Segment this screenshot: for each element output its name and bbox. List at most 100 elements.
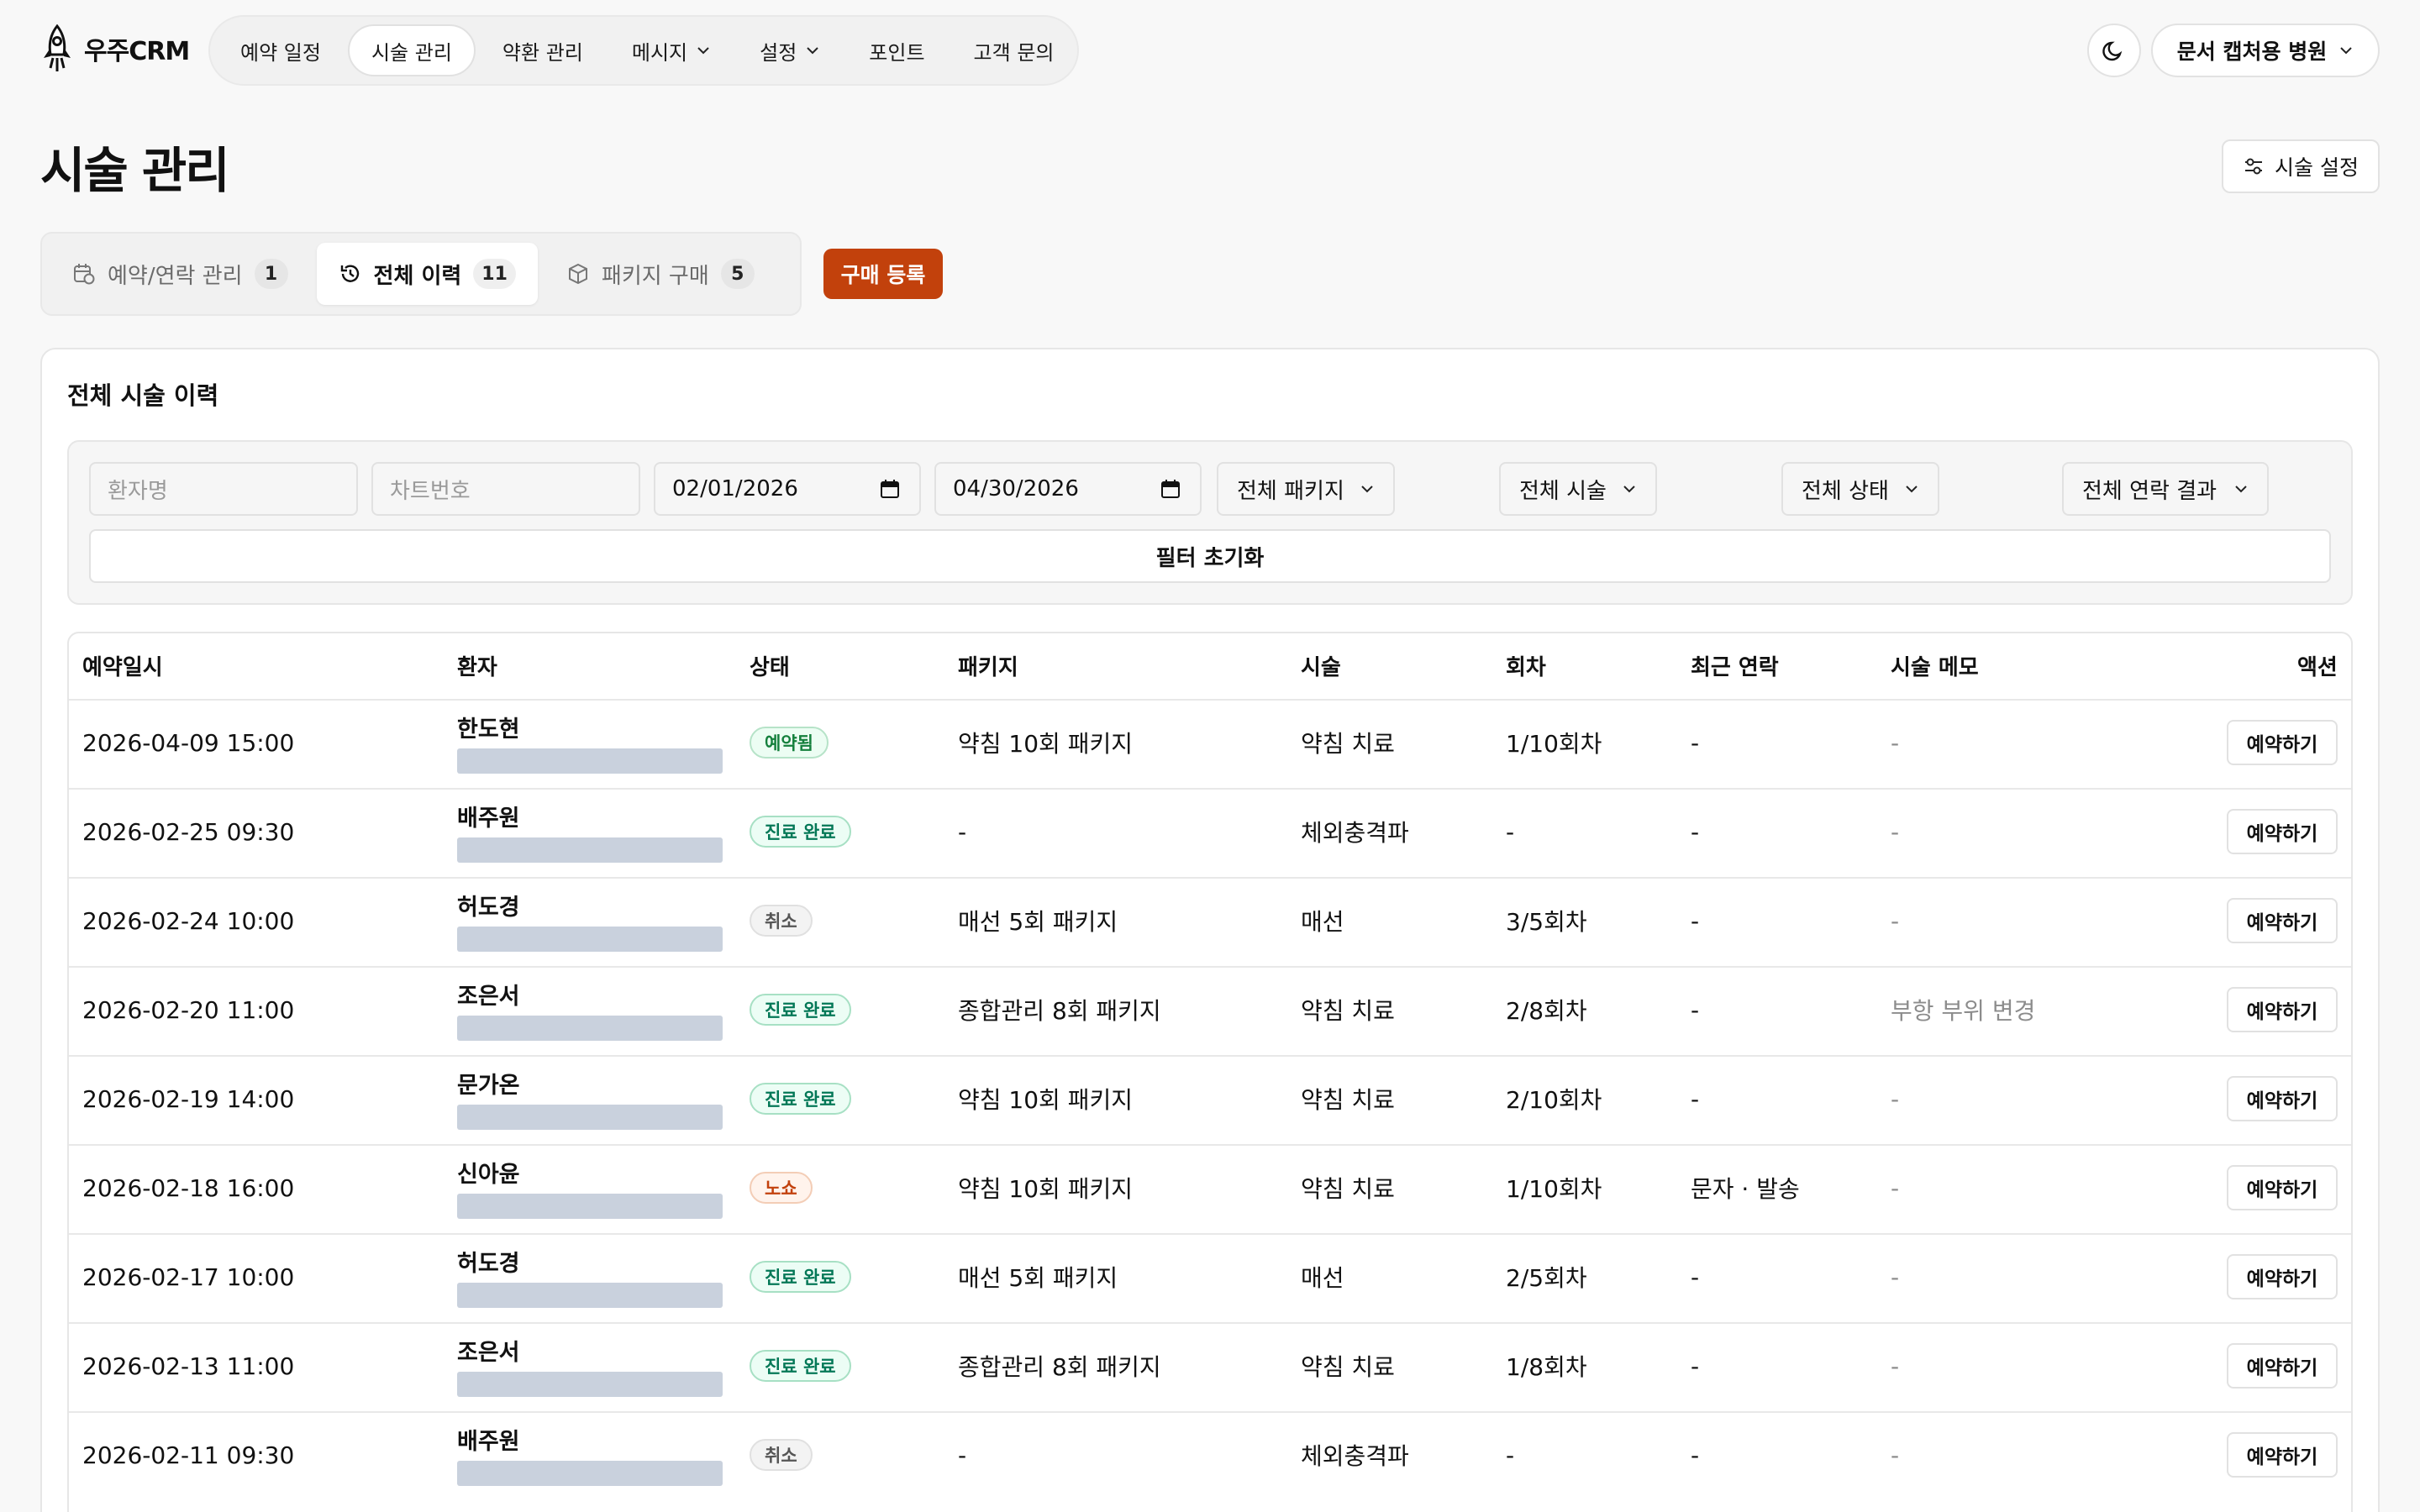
row-status: 진료 완료 bbox=[750, 966, 851, 1053]
nav-points[interactable]: 포인트 bbox=[847, 24, 946, 76]
patient-name-input[interactable]: 환자명 bbox=[89, 462, 358, 516]
col-header-contact[interactable]: 최근 연락 bbox=[1691, 632, 1779, 699]
row-patient[interactable]: 조은서 bbox=[457, 1334, 723, 1397]
package-filter-select[interactable]: 전체 패키지 bbox=[1217, 462, 1395, 516]
nav-messages[interactable]: 메시지 bbox=[610, 24, 733, 76]
tab-reservation-contact[interactable]: 예약/연락 관리 1 bbox=[50, 243, 310, 305]
clinic-selector[interactable]: 문서 캡처용 병원 bbox=[2151, 24, 2380, 77]
row-patient[interactable]: 문가온 bbox=[457, 1067, 723, 1130]
row-patient[interactable]: 배주원 bbox=[457, 1423, 723, 1486]
app-logo[interactable]: 우주CRM bbox=[39, 24, 190, 74]
row-divider bbox=[69, 788, 2351, 790]
row-status: 예약됨 bbox=[750, 699, 829, 786]
row-patient[interactable]: 신아윤 bbox=[457, 1156, 723, 1219]
row-action: 예약하기 bbox=[2227, 1055, 2338, 1142]
book-button[interactable]: 예약하기 bbox=[2227, 1432, 2338, 1478]
book-button[interactable]: 예약하기 bbox=[2227, 720, 2338, 765]
book-button[interactable]: 예약하기 bbox=[2227, 1076, 2338, 1121]
select-value: 전체 패키지 bbox=[1237, 478, 1344, 504]
chevron-down-icon bbox=[2235, 486, 2247, 493]
row-package: - bbox=[958, 1441, 967, 1469]
row-divider bbox=[69, 877, 2351, 879]
book-button[interactable]: 예약하기 bbox=[2227, 1165, 2338, 1210]
theme-toggle-button[interactable] bbox=[2087, 24, 2141, 77]
date-from-input[interactable]: 02/01/2026 bbox=[654, 462, 921, 516]
row-package: 약침 10회 패키지 bbox=[958, 1175, 1133, 1203]
tab-label: 예약/연락 관리 bbox=[108, 263, 243, 289]
book-button[interactable]: 예약하기 bbox=[2227, 898, 2338, 943]
package-icon bbox=[568, 263, 587, 285]
row-memo: 부항 부위 변경 bbox=[1891, 997, 2036, 1025]
book-button[interactable]: 예약하기 bbox=[2227, 1254, 2338, 1299]
history-icon bbox=[340, 265, 359, 282]
calendar-clock-icon bbox=[74, 264, 95, 285]
patient-name: 문가온 bbox=[457, 1073, 520, 1099]
row-patient[interactable]: 허도경 bbox=[457, 1245, 723, 1308]
contact-result-filter-select[interactable]: 전체 연락 결과 bbox=[2062, 462, 2269, 516]
tab-package-purchase[interactable]: 패키지 구매 5 bbox=[544, 243, 776, 305]
status-badge: 노쇼 bbox=[750, 1172, 813, 1204]
col-header-memo[interactable]: 시술 메모 bbox=[1891, 632, 1979, 699]
row-status: 취소 bbox=[750, 877, 813, 964]
row-datetime: 2026-02-24 10:00 bbox=[82, 906, 295, 935]
col-header-treatment[interactable]: 시술 bbox=[1301, 632, 1341, 699]
status-badge: 진료 완료 bbox=[750, 1083, 851, 1115]
col-header-status[interactable]: 상태 bbox=[750, 632, 790, 699]
chart-number-input[interactable]: 차트번호 bbox=[371, 462, 640, 516]
patient-name: 허도경 bbox=[457, 895, 520, 921]
status-badge: 취소 bbox=[750, 1439, 813, 1471]
row-patient[interactable]: 허도경 bbox=[457, 889, 723, 952]
redacted-patient-info bbox=[457, 1016, 723, 1041]
view-tabs: 예약/연락 관리 1 전체 이력 11 패키지 구매 5 bbox=[40, 232, 802, 316]
row-datetime: 2026-02-11 09:30 bbox=[82, 1441, 295, 1469]
reset-filters-button[interactable]: 필터 초기화 bbox=[89, 529, 2331, 583]
select-value: 전체 연락 결과 bbox=[2082, 478, 2217, 504]
chevron-down-icon bbox=[1906, 486, 1918, 493]
status-filter-select[interactable]: 전체 상태 bbox=[1781, 462, 1939, 516]
row-patient[interactable]: 한도현 bbox=[457, 711, 723, 774]
row-divider bbox=[69, 699, 2351, 701]
col-header-session[interactable]: 회차 bbox=[1506, 632, 1546, 699]
row-treatment: 약침 치료 bbox=[1301, 730, 1395, 758]
row-datetime: 2026-02-25 09:30 bbox=[82, 817, 295, 846]
col-header-datetime[interactable]: 예약일시 bbox=[82, 632, 163, 699]
rocket-icon bbox=[44, 24, 71, 71]
row-contact: - bbox=[1691, 1084, 1700, 1113]
nav-label: 설정 bbox=[760, 40, 797, 65]
row-patient[interactable]: 배주원 bbox=[457, 800, 723, 863]
col-header-package[interactable]: 패키지 bbox=[958, 632, 1018, 699]
book-button[interactable]: 예약하기 bbox=[2227, 809, 2338, 854]
nav-treatment-management[interactable]: 시술 관리 bbox=[347, 24, 476, 76]
row-action: 예약하기 bbox=[2227, 1144, 2338, 1231]
row-session: 1/8회차 bbox=[1506, 1353, 1587, 1381]
row-datetime: 2026-02-19 14:00 bbox=[82, 1084, 295, 1113]
tab-label: 전체 이력 bbox=[373, 263, 462, 289]
date-to-input[interactable]: 04/30/2026 bbox=[934, 462, 1202, 516]
treatment-filter-select[interactable]: 전체 시술 bbox=[1499, 462, 1657, 516]
row-patient[interactable]: 조은서 bbox=[457, 978, 723, 1041]
row-treatment: 약침 치료 bbox=[1301, 997, 1395, 1025]
row-memo: - bbox=[1891, 1084, 1900, 1113]
patient-name: 조은서 bbox=[457, 1340, 520, 1366]
row-package: 종합관리 8회 패키지 bbox=[958, 1353, 1161, 1381]
row-session: 1/10회차 bbox=[1506, 730, 1602, 758]
register-purchase-button[interactable]: 구매 등록 bbox=[823, 249, 943, 299]
book-button[interactable]: 예약하기 bbox=[2227, 987, 2338, 1032]
tab-all-history[interactable]: 전체 이력 11 bbox=[316, 243, 538, 305]
col-header-patient[interactable]: 환자 bbox=[457, 632, 497, 699]
book-button[interactable]: 예약하기 bbox=[2227, 1343, 2338, 1389]
row-treatment: 매선 bbox=[1301, 1264, 1344, 1292]
nav-schedule[interactable]: 예약 일정 bbox=[218, 24, 343, 76]
select-value: 전체 시술 bbox=[1519, 478, 1607, 504]
row-action: 예약하기 bbox=[2227, 966, 2338, 1053]
nav-herbal-management[interactable]: 약환 관리 bbox=[481, 24, 605, 76]
row-divider bbox=[69, 1233, 2351, 1235]
row-contact: - bbox=[1691, 995, 1700, 1024]
sliders-icon bbox=[2245, 158, 2263, 175]
nav-settings[interactable]: 설정 bbox=[738, 24, 842, 76]
treatment-settings-button[interactable]: 시술 설정 bbox=[2222, 139, 2380, 193]
nav-customer-inquiry[interactable]: 고객 문의 bbox=[952, 24, 1076, 76]
status-badge: 진료 완료 bbox=[750, 1350, 851, 1382]
redacted-patient-info bbox=[457, 1105, 723, 1130]
row-session: 2/10회차 bbox=[1506, 1086, 1602, 1114]
